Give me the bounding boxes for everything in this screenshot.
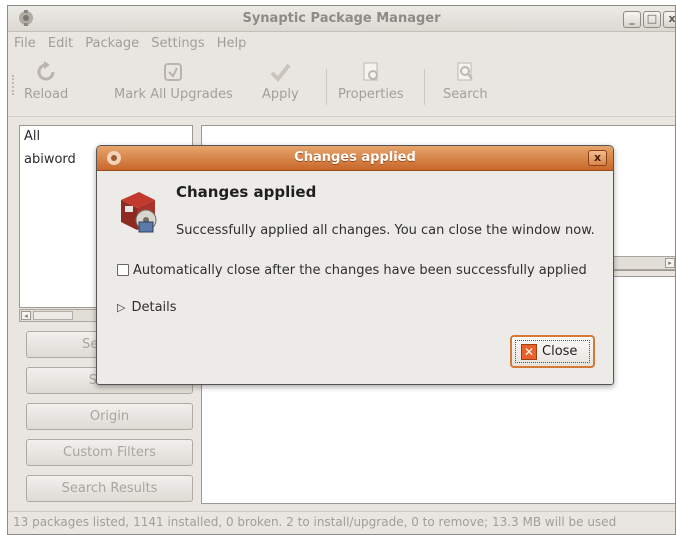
reload-label: Reload	[24, 87, 69, 102]
auto-close-label[interactable]: Automatically close after the changes ha…	[133, 263, 587, 278]
dialog-heading: Changes applied	[176, 183, 317, 201]
search-icon	[457, 62, 474, 81]
statusbar: 13 packages listed, 1141 installed, 0 br…	[8, 511, 675, 531]
properties-icon	[363, 62, 378, 81]
minimize-button[interactable]: _	[623, 11, 641, 28]
mark-upgrades-icon	[164, 63, 183, 81]
toolbar: Reload Mark All Upgrades Apply Propertie…	[8, 55, 675, 117]
apply-label: Apply	[262, 87, 299, 102]
changes-applied-dialog: Changes applied x Changes applied Succes…	[96, 145, 614, 385]
properties-label: Properties	[338, 87, 404, 102]
menu-package[interactable]: Package	[81, 33, 143, 51]
search-label: Search	[443, 87, 488, 102]
dialog-message: Successfully applied all changes. You ca…	[176, 223, 595, 238]
auto-close-checkbox[interactable]: Automatically close after the changes ha…	[117, 263, 587, 278]
search-results-button[interactable]: Search Results	[26, 475, 193, 502]
toolbar-grip[interactable]	[12, 75, 15, 95]
menubar: File Edit Package Settings Help	[8, 33, 675, 55]
expander-arrow-icon[interactable]: ▷	[117, 301, 125, 314]
close-button-label: Close	[542, 344, 578, 359]
mark-all-upgrades-button[interactable]: Mark All Upgrades	[114, 61, 233, 102]
mark-all-upgrades-label: Mark All Upgrades	[114, 87, 233, 102]
menu-file[interactable]: File	[10, 33, 40, 51]
close-button[interactable]: ✕ Close	[510, 335, 595, 368]
dialog-title: Changes applied	[294, 150, 416, 165]
reload-button[interactable]: Reload	[24, 61, 68, 102]
dialog-close-x-button[interactable]: x	[588, 150, 607, 166]
window-close-button[interactable]: x	[663, 11, 675, 28]
dialog-titlebar[interactable]: Changes applied x	[97, 146, 613, 171]
window-title: Synaptic Package Manager	[242, 11, 441, 26]
menu-edit[interactable]: Edit	[44, 33, 77, 51]
package-install-icon	[121, 192, 157, 233]
toolbar-separator	[326, 69, 327, 105]
checkbox-box[interactable]	[117, 264, 129, 276]
details-expander[interactable]: ▷ Details	[117, 300, 177, 315]
details-label[interactable]: Details	[131, 300, 176, 315]
reload-icon	[37, 61, 55, 81]
apply-button[interactable]: Apply	[262, 61, 299, 102]
scroll-right-arrow-icon[interactable]: ▸	[665, 258, 675, 268]
origin-button[interactable]: Origin	[26, 403, 193, 430]
apply-icon	[270, 63, 291, 83]
close-icon: ✕	[521, 344, 537, 360]
maximize-button[interactable]: □	[643, 11, 661, 28]
menu-help[interactable]: Help	[213, 33, 251, 51]
custom-filters-button[interactable]: Custom Filters	[26, 439, 193, 466]
window-titlebar[interactable]: Synaptic Package Manager _ □ x	[8, 6, 675, 32]
menu-settings[interactable]: Settings	[147, 33, 208, 51]
scroll-left-arrow-icon[interactable]: ◂	[21, 311, 31, 320]
search-button[interactable]: Search	[443, 61, 488, 102]
scrollbar-thumb[interactable]	[33, 311, 73, 320]
properties-button[interactable]: Properties	[338, 61, 404, 102]
toolbar-separator	[424, 69, 425, 105]
